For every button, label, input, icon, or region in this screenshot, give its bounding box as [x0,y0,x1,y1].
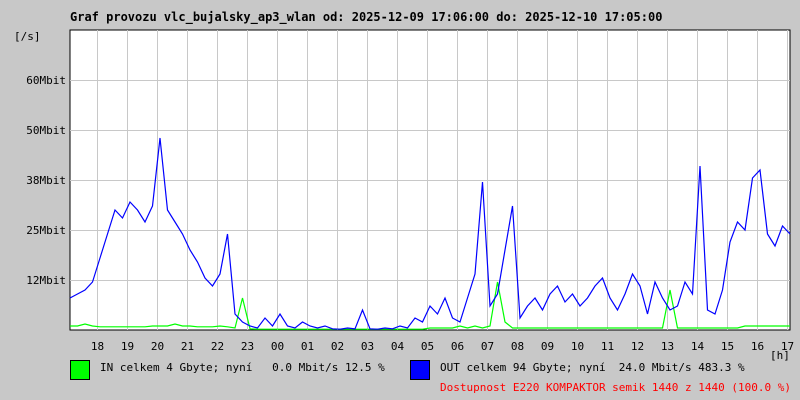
x-tick-label: 14 [690,340,705,353]
x-tick-label: 00 [270,340,285,353]
x-tick-label: 02 [330,340,345,353]
x-tick-label: 08 [510,340,525,353]
legend-out-swatch [410,360,430,380]
x-tick-label: 07 [480,340,495,353]
y-tick-label: 50Mbit [26,123,66,137]
legend-in-swatch [70,360,90,380]
x-tick-label: 21 [180,340,195,353]
y-tick-label: 25Mbit [26,223,66,237]
x-tick-label: 03 [360,340,375,353]
x-tick-label: 04 [390,340,405,353]
x-tick-label: 05 [420,340,435,353]
y-tick-label: 60Mbit [26,73,66,87]
x-tick-label: 16 [750,340,765,353]
legend-out-text: OUT celkem 94 Gbyte; nyní 24.0 Mbit/s 48… [440,361,745,374]
x-tick-label: 06 [450,340,465,353]
y-tick-label: 38Mbit [26,173,66,187]
x-tick-label: 20 [150,340,165,353]
x-tick-label: 13 [660,340,675,353]
availability-text: Dostupnost E220 KOMPAKTOR semik 1440 z 1… [440,381,791,394]
x-axis-unit: [h] [770,349,790,362]
x-tick-label: 10 [570,340,585,353]
x-tick-label: 01 [300,340,315,353]
x-tick-label: 22 [210,340,225,353]
x-tick-label: 19 [120,340,135,353]
legend-in-text: IN celkem 4 Gbyte; nyní 0.0 Mbit/s 12.5 … [100,361,385,374]
x-tick-label: 12 [630,340,645,353]
x-tick-label: 23 [240,340,255,353]
x-tick-label: 18 [90,340,105,353]
x-tick-label: 15 [720,340,735,353]
x-tick-label: 09 [540,340,555,353]
y-tick-label: 12Mbit [26,273,66,287]
x-tick-label: 11 [600,340,615,353]
